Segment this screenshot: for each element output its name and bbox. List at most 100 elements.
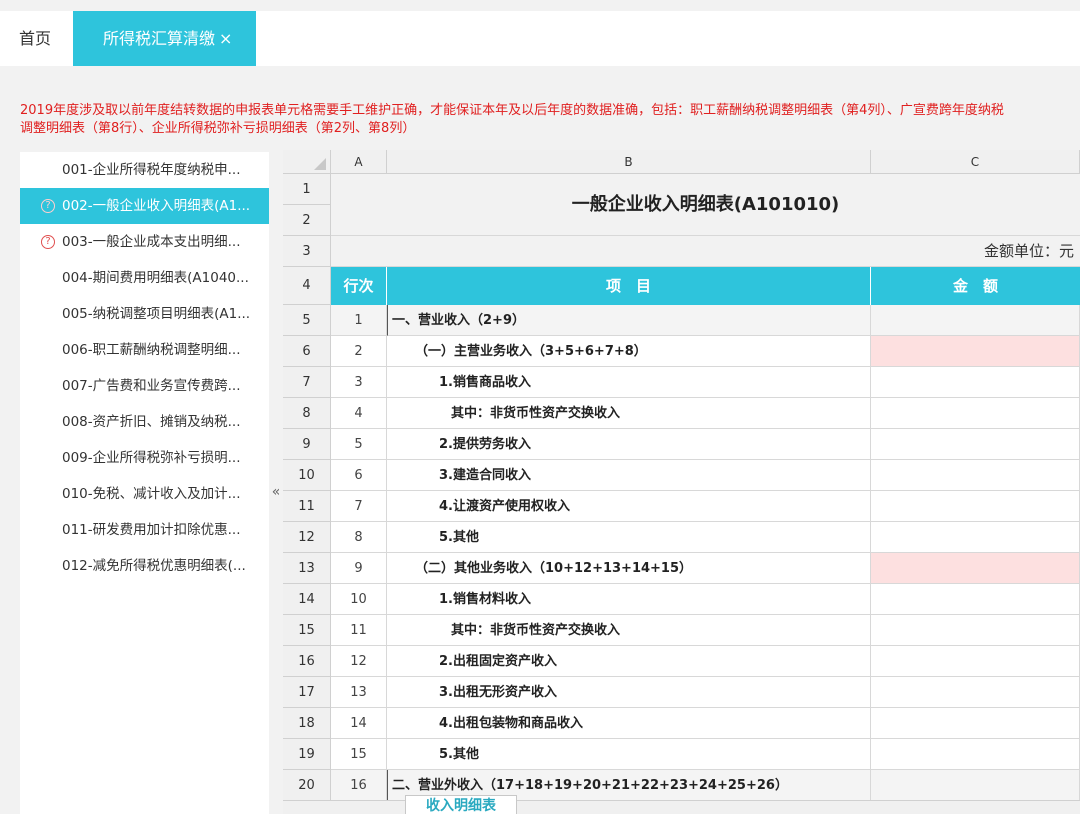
column-header-a[interactable]: A (331, 150, 387, 174)
corner-triangle-icon (314, 158, 326, 170)
row-header[interactable]: 17 (283, 677, 331, 708)
row-seq-cell: 6 (331, 460, 387, 491)
unit-row: 金额单位：元 (331, 236, 1080, 267)
row-amount-cell[interactable] (871, 491, 1080, 522)
row-amount-cell[interactable] (871, 398, 1080, 429)
row-header[interactable]: 16 (283, 646, 331, 677)
row-header[interactable]: 9 (283, 429, 331, 460)
row-amount-cell[interactable] (871, 367, 1080, 398)
row-seq-cell: 4 (331, 398, 387, 429)
row-item-cell: 1.销售商品收入 (387, 367, 871, 398)
unit-label: 金额单位：元 (983, 242, 1074, 260)
sidebar-item-label: 011-研发费用加计扣除优惠... (62, 522, 241, 538)
row-amount-cell[interactable] (871, 429, 1080, 460)
sidebar-item[interactable]: 012-减免所得税优惠明细表(... (20, 548, 269, 584)
row-item-cell: （二）其他业务收入（10+12+13+14+15） (387, 553, 871, 584)
row-seq-cell: 8 (331, 522, 387, 553)
header-seq: 行次 (331, 267, 387, 305)
column-header-b[interactable]: B (387, 150, 871, 174)
tab-label: 所得税汇算清缴 (103, 29, 216, 48)
header-amount: 金 额 (871, 267, 1080, 305)
sidebar-item-label: 008-资产折旧、摊销及纳税... (62, 414, 241, 430)
row-header[interactable]: 12 (283, 522, 331, 553)
row-amount-cell[interactable] (871, 770, 1080, 801)
sidebar-item[interactable]: ? 002-一般企业收入明细表(A1... (20, 188, 269, 224)
sidebar-item[interactable]: 005-纳税调整项目明细表(A1... (20, 296, 269, 332)
row-item-cell: 2.出租固定资产收入 (387, 646, 871, 677)
notice-text: 2019年度涉及取以前年度结转数据的申报表单元格需要手工维护正确，才能保证本年及… (20, 103, 1004, 136)
sidebar-item[interactable]: 010-免税、减计收入及加计... (20, 476, 269, 512)
row-seq-cell: 16 (331, 770, 387, 801)
row-amount-cell[interactable] (871, 336, 1080, 367)
select-all-corner[interactable] (283, 150, 331, 174)
row-amount-cell[interactable] (871, 584, 1080, 615)
row-amount-cell[interactable] (871, 739, 1080, 770)
row-amount-cell[interactable] (871, 708, 1080, 739)
row-amount-cell[interactable] (871, 305, 1080, 336)
row-amount-cell[interactable] (871, 677, 1080, 708)
row-header[interactable]: 11 (283, 491, 331, 522)
sidebar-item[interactable]: 007-广告费和业务宣传费跨... (20, 368, 269, 404)
row-item-cell: 3.建造合同收入 (387, 460, 871, 491)
sidebar-item-label: 009-企业所得税弥补亏损明... (62, 450, 241, 466)
row-seq-cell: 14 (331, 708, 387, 739)
row-seq-cell: 9 (331, 553, 387, 584)
sidebar-item[interactable]: 001-企业所得税年度纳税申... (20, 152, 269, 188)
row-header[interactable]: 18 (283, 708, 331, 739)
sidebar-item-label: 012-减免所得税优惠明细表(... (62, 558, 246, 574)
row-amount-cell[interactable] (871, 615, 1080, 646)
row-amount-cell[interactable] (871, 460, 1080, 491)
row-header[interactable]: 15 (283, 615, 331, 646)
row-amount-cell[interactable] (871, 522, 1080, 553)
sidebar-item[interactable]: 009-企业所得税弥补亏损明... (20, 440, 269, 476)
row-seq-cell: 10 (331, 584, 387, 615)
tab-home[interactable]: 首页 (0, 11, 70, 66)
row-seq-cell: 2 (331, 336, 387, 367)
row-header[interactable]: 14 (283, 584, 331, 615)
tab-income-tax-settlement[interactable]: 所得税汇算清缴 × (73, 11, 256, 66)
question-circle-icon: ? (41, 199, 55, 213)
row-amount-cell[interactable] (871, 553, 1080, 584)
sheet-tab-bar: 收入明细表 (283, 795, 1080, 814)
row-header[interactable]: 8 (283, 398, 331, 429)
sidebar-item[interactable]: 006-职工薪酬纳税调整明细... (20, 332, 269, 368)
row-item-cell: 4.出租包装物和商品收入 (387, 708, 871, 739)
row-header[interactable]: 7 (283, 367, 331, 398)
row-seq-cell: 3 (331, 367, 387, 398)
sheet-tab-income-detail[interactable]: 收入明细表 (405, 795, 517, 814)
row-header[interactable]: 5 (283, 305, 331, 336)
row-item-cell: 5.其他 (387, 739, 871, 770)
row-header[interactable]: 19 (283, 739, 331, 770)
row-amount-cell[interactable] (871, 646, 1080, 677)
row-header[interactable]: 1 (283, 174, 331, 205)
question-circle-icon: ? (41, 235, 55, 249)
sidebar-item[interactable]: 008-资产折旧、摊销及纳税... (20, 404, 269, 440)
close-icon[interactable]: × (219, 29, 232, 48)
sidebar-item-label: 003-一般企业成本支出明细... (62, 234, 241, 250)
row-item-cell: 1.销售材料收入 (387, 584, 871, 615)
row-header[interactable]: 13 (283, 553, 331, 584)
row-header[interactable]: 3 (283, 236, 331, 267)
collapse-icon[interactable]: « (269, 462, 283, 522)
sidebar-item[interactable]: 011-研发费用加计扣除优惠... (20, 512, 269, 548)
sidebar-item[interactable]: ? 003-一般企业成本支出明细... (20, 224, 269, 260)
row-header[interactable]: 10 (283, 460, 331, 491)
top-strip (0, 0, 1080, 11)
column-header-c[interactable]: C (871, 150, 1080, 174)
row-item-cell: 其中：非货币性资产交换收入 (387, 398, 871, 429)
row-header[interactable]: 2 (283, 205, 331, 236)
row-item-cell: 其中：非货币性资产交换收入 (387, 615, 871, 646)
sidebar: 001-企业所得税年度纳税申...? 002-一般企业收入明细表(A1...? 00… (20, 152, 269, 814)
row-header[interactable]: 6 (283, 336, 331, 367)
sidebar-item-label: 001-企业所得税年度纳税申... (62, 162, 241, 178)
row-header[interactable]: 20 (283, 770, 331, 801)
sidebar-item-label: 006-职工薪酬纳税调整明细... (62, 342, 241, 358)
sheet-title: 一般企业收入明细表(A101010) (331, 174, 1080, 236)
row-seq-cell: 11 (331, 615, 387, 646)
row-header[interactable]: 4 (283, 267, 331, 305)
sidebar-item-label: 002-一般企业收入明细表(A1... (62, 198, 251, 214)
header-item: 项 目 (387, 267, 871, 305)
sidebar-item[interactable]: 004-期间费用明细表(A1040... (20, 260, 269, 296)
row-item-cell: 5.其他 (387, 522, 871, 553)
sidebar-item-label: 010-免税、减计收入及加计... (62, 486, 241, 502)
